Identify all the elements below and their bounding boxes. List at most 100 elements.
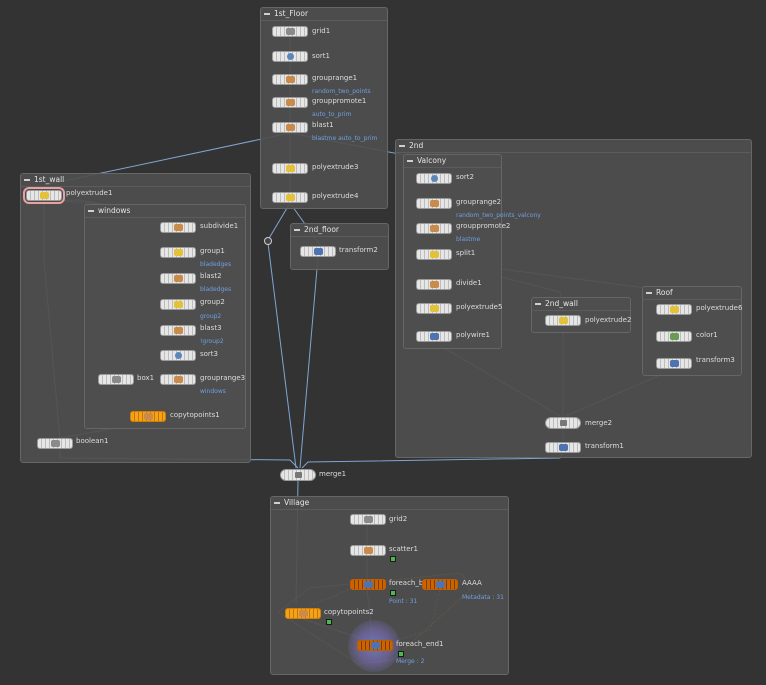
node-label: subdivide1 [200,222,239,230]
collapse-icon[interactable] [88,210,94,212]
node-transform1[interactable] [545,442,581,453]
node-copytopoints2[interactable] [285,608,321,619]
polyextrude-icon [430,305,439,312]
grid-icon [364,516,373,523]
polyextrude-icon [286,194,295,201]
node-label: sort3 [200,350,219,358]
node-label: grouprange3 [200,374,246,382]
node-label: polyextrude2 [585,316,632,324]
node-label: boolean1 [76,437,109,445]
network-box-title: Valcony [404,155,501,168]
node-split1[interactable] [416,249,452,260]
node-comment: Merge : 2 [396,658,425,665]
collapse-icon[interactable] [264,13,270,15]
copytopoints-icon [299,610,308,617]
boolean-icon [51,440,60,447]
display-flag-icon[interactable] [390,556,396,562]
transform-icon [314,248,323,255]
node-label: polyextrude3 [312,163,359,171]
network-dot-icon[interactable] [264,237,272,245]
node-sort1[interactable] [272,51,308,62]
node-grouppromote1[interactable] [272,97,308,108]
node-merge2[interactable] [545,417,581,429]
node-polywire1[interactable] [416,331,452,342]
collapse-icon[interactable] [646,292,652,294]
node-group1[interactable] [160,247,196,258]
node-comment: Point : 31 [389,598,418,605]
node-comment: random_two_points [312,88,371,95]
grouprange-icon [286,76,295,83]
collapse-icon[interactable] [535,303,541,305]
node-box1[interactable] [98,374,134,385]
polyextrude-icon [559,317,568,324]
node-comment: random_two_points_valcony [456,212,541,219]
grid-icon [286,28,295,35]
blast-icon [286,124,295,131]
node-grouprange1[interactable] [272,74,308,85]
box-icon [112,376,121,383]
node-scatter1[interactable] [350,545,386,556]
node-polyextrude4[interactable] [272,192,308,203]
network-box-title: 2nd_floor [291,224,388,237]
node-divide1[interactable] [416,279,452,290]
transform-icon [670,360,679,367]
node-polyextrude6[interactable] [656,304,692,315]
polyextrude-icon [40,192,49,199]
node-polyextrude3[interactable] [272,163,308,174]
node-label: AAAA [462,579,482,587]
network-box-title: Village [271,497,508,510]
node-foreach-end1[interactable] [357,640,393,651]
node-color1[interactable] [656,331,692,342]
node-foreach-begin[interactable] [350,579,386,590]
blast-icon [174,327,183,334]
grouprange-icon [174,376,183,383]
node-grouprange3[interactable] [160,374,196,385]
display-flag-icon[interactable] [398,651,404,657]
node-aaaa[interactable] [422,579,458,590]
node-comment: !group2 [200,338,224,345]
node-label: merge1 [319,470,347,478]
collapse-icon[interactable] [294,229,300,231]
network-box-title: 2nd [396,140,751,153]
grouprange-icon [430,200,439,207]
split-icon [430,251,439,258]
collapse-icon[interactable] [274,502,280,504]
node-label: polyextrude4 [312,192,359,200]
collapse-icon[interactable] [399,145,405,147]
node-blast3[interactable] [160,325,196,336]
color-icon [670,333,679,340]
node-label: blast2 [200,272,222,280]
display-flag-icon[interactable] [390,590,396,596]
display-flag-icon[interactable] [326,619,332,625]
network-box-1st-floor[interactable]: 1st_Floor [260,7,388,209]
node-transform3[interactable] [656,358,692,369]
node-group2[interactable] [160,299,196,310]
blast-icon [174,275,183,282]
node-polyextrude5[interactable] [416,303,452,314]
node-transform2[interactable] [300,246,336,257]
node-blast2[interactable] [160,273,196,284]
network-box-title: 1st_wall [21,174,250,187]
node-boolean1[interactable] [37,438,73,449]
node-subdivide1[interactable] [160,222,196,233]
node-grouprange2[interactable] [416,198,452,209]
node-comment: bladedges [200,261,232,268]
sort-icon [175,352,182,359]
node-blast1[interactable] [272,122,308,133]
node-grouppromote2[interactable] [416,223,452,234]
node-grid2[interactable] [350,514,386,525]
node-polyextrude1[interactable] [23,187,65,204]
scatter-icon [364,547,373,554]
collapse-icon[interactable] [24,179,30,181]
node-label: polywire1 [456,331,490,339]
node-label: polyextrude6 [696,304,743,312]
node-label: grid2 [389,515,408,523]
node-sort3[interactable] [160,350,196,361]
node-polyextrude2[interactable] [545,315,581,326]
collapse-icon[interactable] [407,160,413,162]
node-comment: Metadata : 31 [462,594,504,601]
node-sort2[interactable] [416,173,452,184]
node-merge1[interactable] [280,469,316,481]
node-copytopoints1[interactable] [130,411,166,422]
node-grid1[interactable] [272,26,308,37]
